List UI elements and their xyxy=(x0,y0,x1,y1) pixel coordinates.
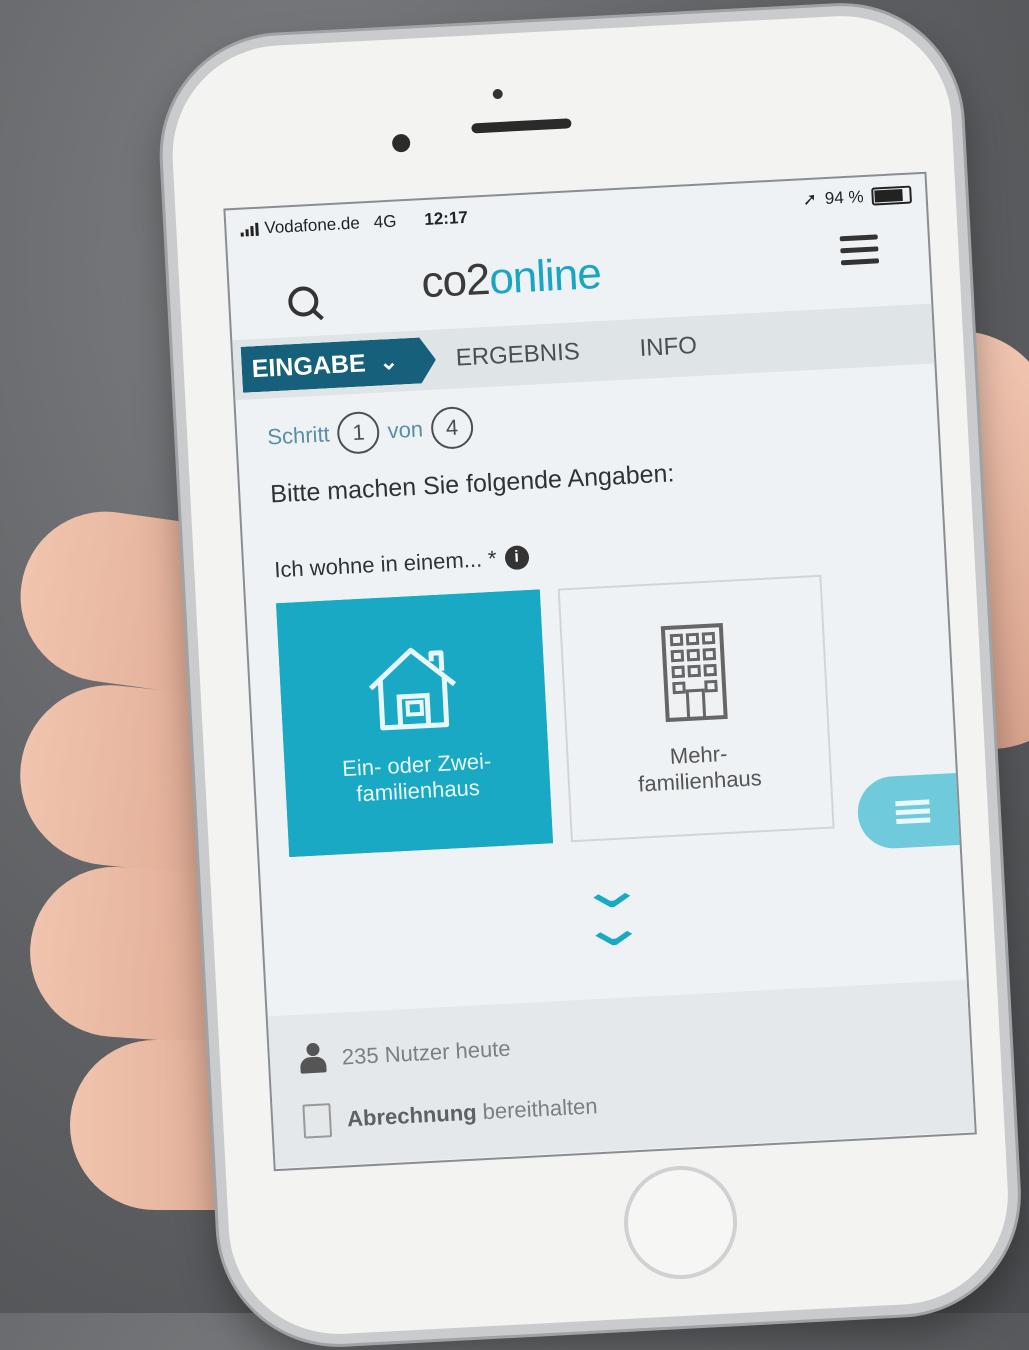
main-content: Schritt 1 von 4 Bitte machen Sie folgend… xyxy=(235,364,965,983)
bill-hint-rest: bereithalten xyxy=(482,1093,599,1125)
front-camera xyxy=(391,133,411,153)
proximity-sensor xyxy=(492,88,503,100)
tab-ergebnis[interactable]: ERGEBNIS xyxy=(455,338,580,372)
home-button[interactable] xyxy=(621,1163,740,1282)
house-icon xyxy=(368,647,457,731)
phone: Vodafone.de 4G 12:17 ➚ 94 % co2online EI… xyxy=(156,0,1024,1350)
carrier-name: Vodafone.de xyxy=(263,213,361,238)
housing-options: Ein- oder Zwei- familienhaus Mehr- famil… xyxy=(276,570,928,857)
network-type: 4G xyxy=(373,211,397,232)
logo[interactable]: co2online xyxy=(420,249,602,308)
user-icon xyxy=(299,1042,327,1075)
info-icon[interactable]: i xyxy=(503,545,530,571)
info-footer: 235 Nutzer heute Abrechnung bereithalten xyxy=(267,979,975,1169)
total-steps: 4 xyxy=(429,405,475,450)
option-label-line2: familienhaus xyxy=(637,765,763,797)
battery-percent: 94 % xyxy=(824,187,865,209)
logo-suffix: online xyxy=(488,248,602,304)
step-of-label: von xyxy=(386,416,424,444)
search-icon[interactable] xyxy=(287,285,320,318)
signal-icon xyxy=(240,222,259,237)
step-label: Schritt xyxy=(266,421,331,450)
scroll-down-icon[interactable]: ⌄ ⌄ xyxy=(291,853,934,962)
apartment-building-icon xyxy=(660,622,728,723)
option-single-family-house[interactable]: Ein- oder Zwei- familienhaus xyxy=(276,589,554,857)
battery-icon xyxy=(871,185,913,206)
step-indicator: Schritt 1 von 4 xyxy=(266,383,907,458)
page-title: Bitte machen Sie folgende Angaben: xyxy=(269,459,676,509)
current-step: 1 xyxy=(336,410,381,455)
option-label-line2: familienhaus xyxy=(355,774,481,807)
option-multi-family-house[interactable]: Mehr- familienhaus xyxy=(557,574,835,843)
option-label-line1: Mehr- xyxy=(669,740,728,769)
document-icon xyxy=(302,1103,333,1139)
chevron-down-icon: ⌄ xyxy=(378,348,399,375)
users-today-text: 235 Nutzer heute xyxy=(341,1035,512,1070)
tab-eingabe-label: EINGABE xyxy=(251,348,367,383)
tab-info[interactable]: INFO xyxy=(639,332,698,363)
screen: Vodafone.de 4G 12:17 ➚ 94 % co2online EI… xyxy=(223,171,977,1172)
logo-prefix: co2 xyxy=(420,254,491,308)
phone-shell: Vodafone.de 4G 12:17 ➚ 94 % co2online EI… xyxy=(156,0,1024,1350)
question-text: Ich wohne in einem... * xyxy=(273,545,498,583)
list-menu-button[interactable] xyxy=(856,772,970,851)
hamburger-menu-icon[interactable] xyxy=(839,234,880,272)
tab-eingabe[interactable]: EINGABE ⌄ xyxy=(241,337,437,393)
list-icon xyxy=(895,795,931,828)
location-icon: ➚ xyxy=(802,189,818,210)
earpiece-speaker xyxy=(471,118,572,134)
bill-hint-bold: Abrechnung xyxy=(346,1099,478,1132)
